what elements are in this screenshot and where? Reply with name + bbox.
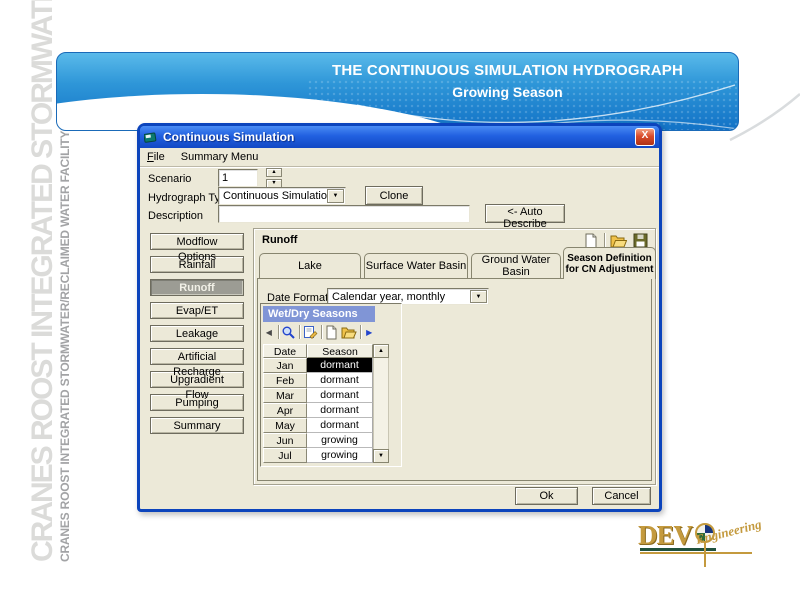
menu-bar: File Summary Menu xyxy=(140,148,659,167)
nav-modflow-options[interactable]: Modflow Options xyxy=(150,233,244,250)
row-header[interactable]: Feb xyxy=(263,373,307,388)
record-next-icon[interactable]: ▶ xyxy=(363,324,375,340)
season-cell[interactable]: growing xyxy=(307,448,373,463)
row-header[interactable]: Jun xyxy=(263,433,307,448)
logo-script-text: Engineering xyxy=(694,516,763,548)
season-cell[interactable]: dormant xyxy=(307,403,373,418)
date-format-value: Calendar year, monthly xyxy=(332,291,445,303)
clone-button[interactable]: Clone xyxy=(365,186,423,205)
side-watermark-small: CRANES ROOST INTEGRATED STORMWATER/RECLA… xyxy=(58,131,72,562)
logo-text: DEV xyxy=(638,520,692,551)
nav-runoff[interactable]: Runoff xyxy=(150,279,244,296)
nav-rainfall[interactable]: Rainfall xyxy=(150,256,244,273)
row-header[interactable]: Jan xyxy=(263,358,307,373)
nav-upgradient-flow[interactable]: Upgradient Flow xyxy=(150,371,244,388)
nav-leakage[interactable]: Leakage xyxy=(150,325,244,342)
window-icon xyxy=(144,131,158,144)
nav-pumping[interactable]: Pumping xyxy=(150,394,244,411)
nav-summary[interactable]: Summary xyxy=(150,417,244,434)
hydrograph-type-select[interactable]: Continuous Simulation ▼ xyxy=(218,187,346,205)
dropdown-arrow-icon[interactable]: ▼ xyxy=(470,290,487,303)
column-header-season: Season xyxy=(307,344,373,358)
scenario-input[interactable] xyxy=(218,169,258,187)
menu-summary[interactable]: Summary Menu xyxy=(181,151,259,163)
season-cell-selected[interactable]: dormant xyxy=(307,358,373,373)
scenario-label: Scenario xyxy=(148,173,191,185)
toolbar-separator xyxy=(278,325,279,339)
tab-lake[interactable]: Lake xyxy=(259,253,361,278)
new-record-icon[interactable] xyxy=(325,324,338,340)
scenario-spinner: ▲ ▼ xyxy=(266,168,282,188)
close-button[interactable]: X xyxy=(635,128,655,146)
tab-content: Date Format Calendar year, monthly ▼ Wet… xyxy=(257,278,652,481)
nav-evap-et[interactable]: Evap/ET xyxy=(150,302,244,319)
dropdown-arrow-icon[interactable]: ▼ xyxy=(327,189,344,203)
open-record-icon[interactable] xyxy=(341,324,357,340)
row-header[interactable]: Apr xyxy=(263,403,307,418)
zoom-icon[interactable] xyxy=(281,324,296,340)
edit-record-icon[interactable] xyxy=(303,324,318,340)
season-cell[interactable]: dormant xyxy=(307,388,373,403)
description-input[interactable] xyxy=(218,205,470,223)
tab-ground-water-basin[interactable]: Ground Water Basin xyxy=(471,253,561,278)
row-header[interactable]: May xyxy=(263,418,307,433)
toolbar-separator xyxy=(299,325,300,339)
hydrograph-type-value: Continuous Simulation xyxy=(223,190,333,202)
panel-title: Runoff xyxy=(262,234,297,246)
toolbar-separator xyxy=(321,325,322,339)
season-cell[interactable]: dormant xyxy=(307,418,373,433)
continuous-simulation-dialog: Continuous Simulation X File Summary Men… xyxy=(137,123,662,512)
runoff-panel: Runoff Lake Surface Water Basin Ground W… xyxy=(253,228,656,485)
scroll-track[interactable] xyxy=(373,358,389,449)
dialog-titlebar[interactable]: Continuous Simulation X xyxy=(140,126,659,148)
menu-file[interactable]: File xyxy=(147,151,165,163)
grid-toolbar: ◀ ▶ xyxy=(263,322,375,342)
tab-season-definition[interactable]: Season Definition for CN Adjustment xyxy=(563,247,656,279)
nav-column: Modflow Options Rainfall Runoff Evap/ET … xyxy=(150,233,244,440)
ok-button[interactable]: Ok xyxy=(515,487,578,505)
tab-surface-water-basin[interactable]: Surface Water Basin xyxy=(364,253,468,278)
dialog-title: Continuous Simulation xyxy=(163,130,294,144)
season-cell[interactable]: growing xyxy=(307,433,373,448)
scroll-up-button[interactable]: ▲ xyxy=(373,344,389,358)
toolbar-separator xyxy=(360,325,361,339)
side-watermark-large: CRANES ROOST INTEGRATED STORMWATER xyxy=(26,0,60,562)
column-header-date: Date xyxy=(263,344,307,358)
row-header[interactable]: Jul xyxy=(263,448,307,463)
seasons-table: Date Jan Feb Mar Apr May Jun Jul Season … xyxy=(263,344,399,463)
scroll-down-button[interactable]: ▼ xyxy=(373,449,389,463)
nav-artificial-recharge[interactable]: Artificial Recharge xyxy=(150,348,244,365)
record-prev-icon[interactable]: ◀ xyxy=(263,324,275,340)
logo-gold-bar xyxy=(640,552,752,554)
table-scrollbar: ▲ ▼ xyxy=(373,344,389,463)
auto-describe-button[interactable]: <- Auto Describe xyxy=(485,204,565,223)
cancel-button[interactable]: Cancel xyxy=(592,487,651,505)
description-label: Description xyxy=(148,210,203,222)
wet-dry-seasons-box: Wet/Dry Seasons ◀ xyxy=(260,303,402,467)
devo-engineering-logo: DEV Engineering xyxy=(638,520,783,570)
grid-title: Wet/Dry Seasons xyxy=(263,306,375,322)
season-cell[interactable]: dormant xyxy=(307,373,373,388)
spinner-up-button[interactable]: ▲ xyxy=(266,168,282,177)
row-header[interactable]: Mar xyxy=(263,388,307,403)
